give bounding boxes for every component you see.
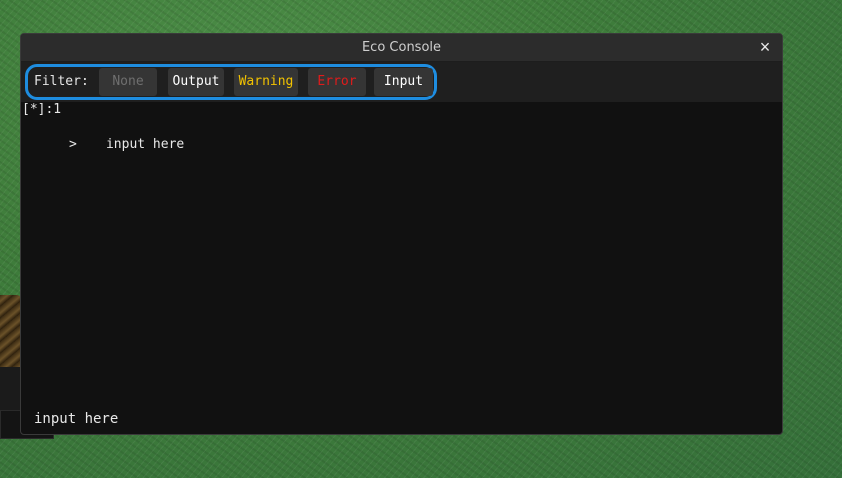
window-title: Eco Console <box>361 40 442 55</box>
filter-output-button[interactable]: Output <box>168 68 224 96</box>
console-output: [*]:1 > input here <box>21 102 782 402</box>
filter-warning-button[interactable]: Warning <box>234 68 298 96</box>
filter-bar: Filter: None Output Warning Error Input <box>21 62 782 102</box>
titlebar[interactable]: Eco Console × <box>21 34 782 62</box>
output-line: [*]:1 <box>22 102 62 117</box>
filter-none-button[interactable]: None <box>99 68 157 96</box>
close-icon[interactable]: × <box>756 38 774 56</box>
prompt-marker: > <box>68 137 77 152</box>
output-line: > input here <box>22 122 184 167</box>
console-input[interactable] <box>34 410 634 428</box>
output-line-text: input here <box>105 137 185 152</box>
eco-console-window: Eco Console × Filter: None Output Warnin… <box>20 33 783 435</box>
filter-error-button[interactable]: Error <box>308 68 366 96</box>
filter-input-button[interactable]: Input <box>374 68 433 96</box>
filter-label: Filter: <box>34 74 89 89</box>
